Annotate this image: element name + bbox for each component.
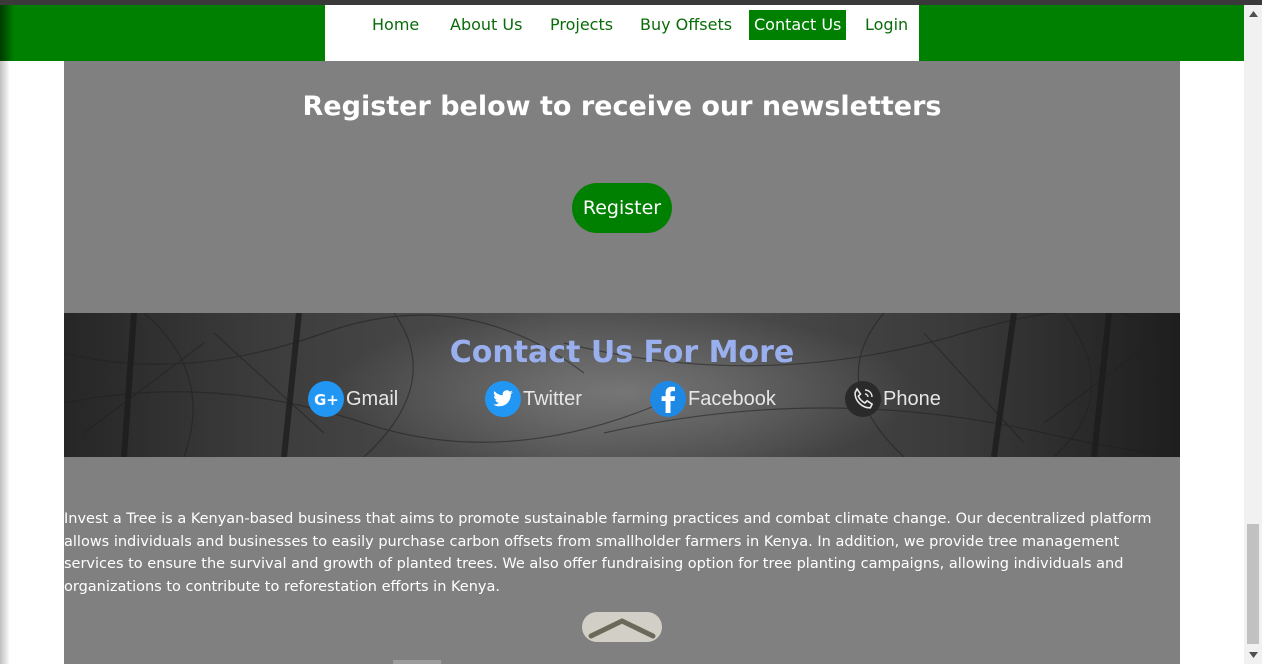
about-description: Invest a Tree is a Kenyan-based business… — [64, 511, 1152, 595]
gmail-link[interactable]: G+ Gmail — [308, 381, 398, 417]
contact-title: Contact Us For More — [449, 335, 795, 370]
page-left-shadow — [0, 61, 10, 664]
twitter-link[interactable]: Twitter — [485, 381, 582, 417]
phone-link[interactable]: Phone — [845, 381, 941, 417]
nav-projects[interactable]: Projects — [545, 10, 618, 40]
facebook-icon — [650, 381, 686, 417]
google-plus-icon: G+ — [308, 381, 344, 417]
scrollbar-thumb[interactable] — [1247, 524, 1259, 644]
scroll-to-top-button[interactable] — [582, 612, 662, 642]
scroll-up-arrow-icon[interactable] — [1244, 5, 1262, 23]
chevron-up-icon — [588, 618, 656, 639]
gmail-label: Gmail — [346, 387, 399, 410]
phone-icon — [845, 381, 881, 417]
facebook-link[interactable]: Facebook — [650, 381, 776, 417]
bottom-scroll-indicator — [393, 660, 441, 664]
phone-label: Phone — [883, 387, 941, 410]
nav-login[interactable]: Login — [860, 10, 913, 40]
newsletter-title: Register below to receive our newsletter… — [302, 91, 942, 122]
vertical-scrollbar[interactable] — [1244, 5, 1262, 664]
site-header: Home About Us Projects Buy Offsets Conta… — [0, 5, 1244, 61]
twitter-icon — [485, 381, 521, 417]
contact-section: Contact Us For More G+ Gmail Twitter Fac… — [64, 313, 1180, 457]
register-button[interactable]: Register — [572, 183, 672, 233]
svg-text:G+: G+ — [314, 391, 339, 407]
facebook-label: Facebook — [688, 387, 776, 410]
scroll-down-arrow-icon[interactable] — [1244, 646, 1262, 664]
nav-home[interactable]: Home — [367, 10, 424, 40]
nav-buy-offsets[interactable]: Buy Offsets — [635, 10, 737, 40]
main-nav: Home About Us Projects Buy Offsets Conta… — [325, 5, 919, 61]
nav-contact-us[interactable]: Contact Us — [749, 10, 847, 40]
nav-about-us[interactable]: About Us — [445, 10, 527, 40]
main-content: Register below to receive our newsletter… — [64, 61, 1180, 664]
twitter-label: Twitter — [523, 387, 582, 410]
